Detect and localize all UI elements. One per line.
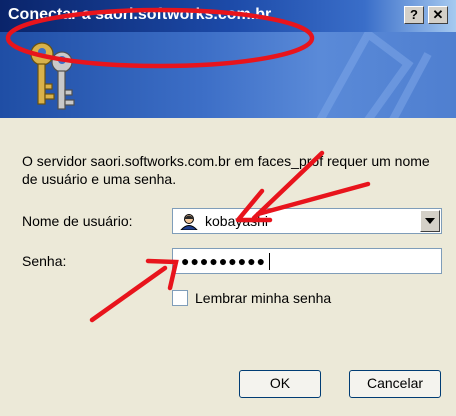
close-button[interactable]: ✕ bbox=[428, 6, 448, 24]
banner-watermark-icon bbox=[316, 32, 432, 118]
username-label: Nome de usuário: bbox=[22, 213, 133, 229]
title-bar: Conectar a saori.softworks.com.br ? ✕ bbox=[0, 0, 456, 32]
chevron-down-icon bbox=[425, 218, 435, 224]
ok-button[interactable]: OK bbox=[239, 370, 321, 398]
username-value: kobayashi bbox=[205, 213, 269, 229]
text-caret bbox=[269, 253, 270, 270]
remember-checkbox[interactable] bbox=[172, 290, 188, 306]
window-title: Conectar a saori.softworks.com.br bbox=[8, 6, 272, 23]
username-combobox[interactable]: kobayashi bbox=[172, 208, 442, 234]
server-message: O servidor saori.softworks.com.br em fac… bbox=[22, 153, 430, 187]
remember-label[interactable]: Lembrar minha senha bbox=[195, 290, 331, 306]
cancel-button[interactable]: Cancelar bbox=[349, 370, 441, 398]
password-arrow-line bbox=[89, 265, 168, 323]
password-field[interactable]: ●●●●●●●●● bbox=[172, 248, 442, 274]
password-label: Senha: bbox=[22, 253, 67, 269]
help-button[interactable]: ? bbox=[404, 6, 424, 24]
password-value: ●●●●●●●●● bbox=[181, 253, 267, 269]
keys-icon bbox=[30, 42, 75, 110]
dialog-banner bbox=[0, 32, 456, 118]
user-icon bbox=[180, 214, 198, 230]
dropdown-button[interactable] bbox=[420, 210, 440, 232]
